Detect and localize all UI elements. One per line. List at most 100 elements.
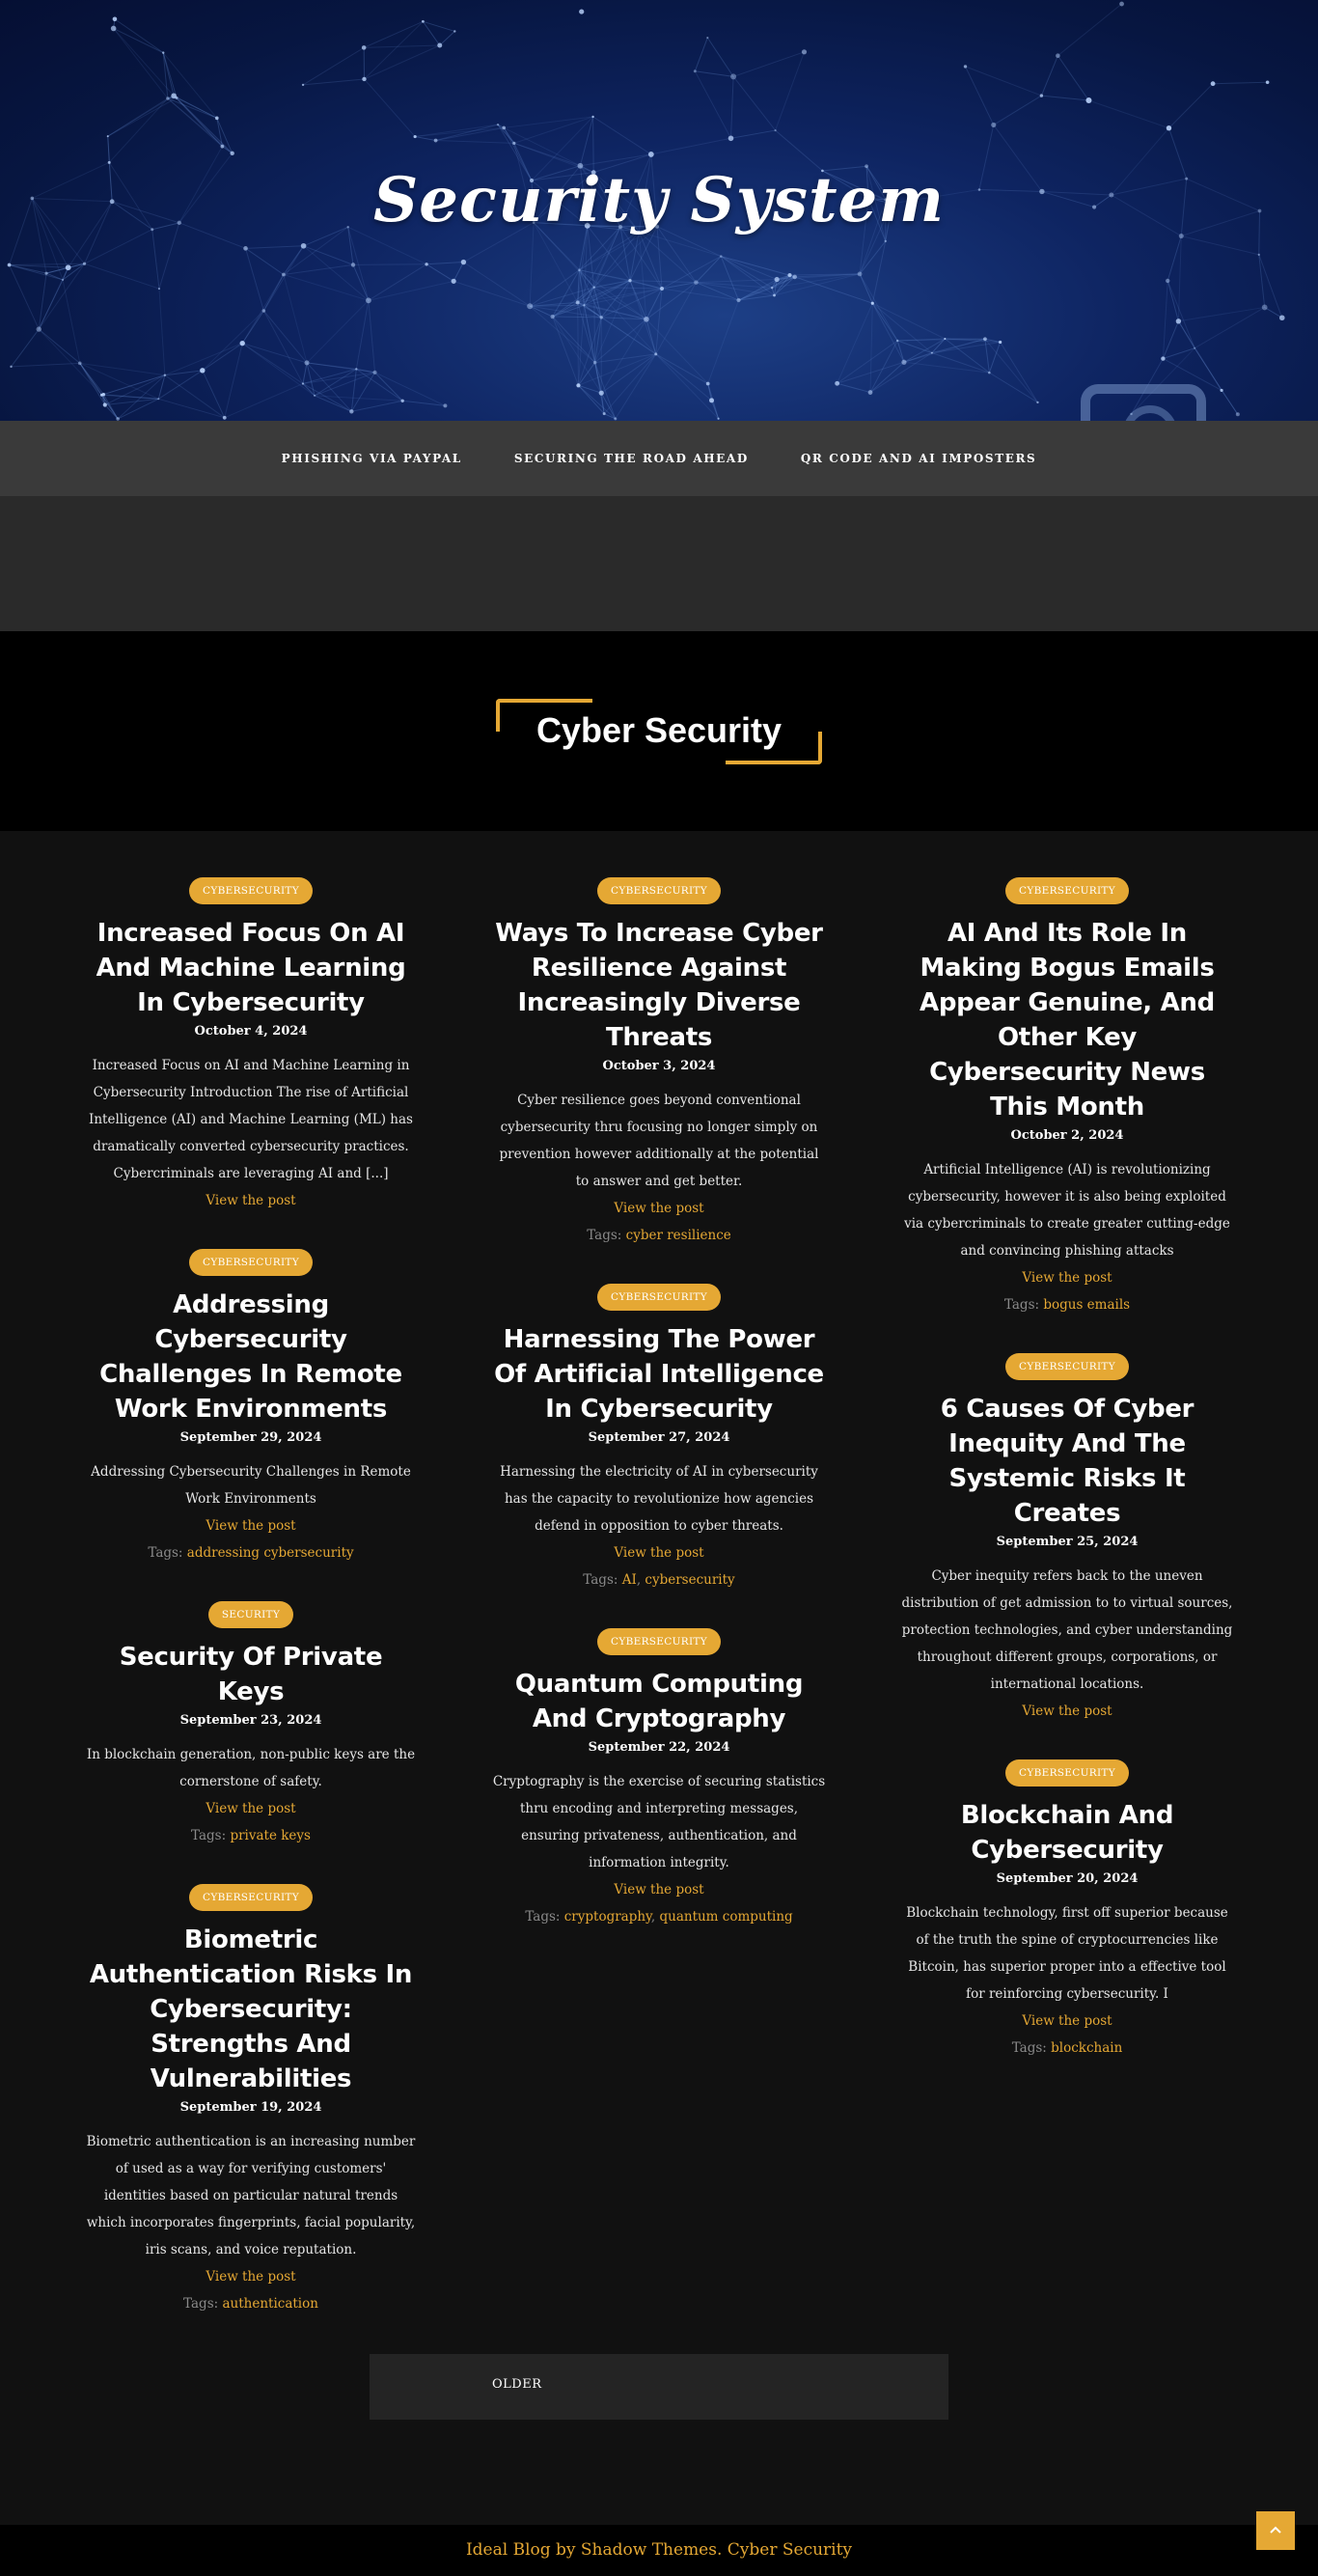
view-post-link[interactable]: View the post bbox=[77, 2263, 425, 2290]
tag-link-cybersecurity[interactable]: cybersecurity bbox=[645, 1572, 734, 1588]
category-badge[interactable]: CYBERSECURITY bbox=[189, 1884, 313, 1911]
post-date: September 27, 2024 bbox=[588, 1430, 730, 1445]
category-badge[interactable]: CYBERSECURITY bbox=[597, 1628, 721, 1655]
category-badge[interactable]: SECURITY bbox=[207, 1601, 294, 1628]
tag-link-private-keys[interactable]: private keys bbox=[230, 1828, 311, 1843]
post-tags: Tags: blockchain bbox=[893, 2035, 1241, 2062]
post-title[interactable]: Increased Focus On AI And Machine Learni… bbox=[77, 916, 425, 1020]
post-tags: Tags: bogus emails bbox=[893, 1291, 1241, 1318]
nav-item-securing-the-road-ahead[interactable]: SECURING THE ROAD AHEAD bbox=[514, 452, 749, 465]
post-tags: Tags: authentication bbox=[77, 2290, 425, 2317]
category-badge[interactable]: CYBERSECURITY bbox=[1005, 1759, 1129, 1787]
footer: Ideal Blog by Shadow Themes. Cyber Secur… bbox=[0, 2525, 1318, 2576]
view-post-link[interactable]: View the post bbox=[893, 2008, 1241, 2035]
post-excerpt: Cyber resilience goes beyond conventiona… bbox=[499, 1093, 819, 1189]
view-post-link[interactable]: View the post bbox=[77, 1512, 425, 1539]
post-title[interactable]: Blockchain And Cybersecurity bbox=[893, 1798, 1241, 1868]
post-title[interactable]: Biometric Authentication Risks In Cybers… bbox=[77, 1923, 425, 2096]
post-tags: Tags: cryptography, quantum computing bbox=[525, 1909, 793, 1925]
post-excerpt: Biometric authentication is an increasin… bbox=[86, 2134, 416, 2257]
post-title[interactable]: AI And Its Role In Making Bogus Emails A… bbox=[893, 916, 1241, 1124]
pagination: OLDER bbox=[370, 2354, 948, 2420]
nav-item-phishing-via-paypal[interactable]: PHISHING VIA PAYPAL bbox=[282, 452, 462, 465]
back-to-top-button[interactable] bbox=[1256, 2511, 1295, 2550]
post-card: CYBERSECURITY AI And Its Role In Making B… bbox=[893, 877, 1241, 1318]
section-heading: Cyber Security bbox=[535, 710, 783, 750]
post-tags: Tags: cyber resilience bbox=[485, 1222, 833, 1249]
nav-item-qr-code-and-ai-imposters[interactable]: QR CODE AND AI IMPOSTERS bbox=[801, 452, 1036, 465]
tags-label: Tags: bbox=[183, 2296, 219, 2312]
post-excerpt: Cryptography is the exercise of securing… bbox=[492, 1774, 826, 1870]
posts-column-1: CYBERSECURITY Increased Focus On AI And M… bbox=[77, 877, 425, 2352]
tag-link-quantum-computing[interactable]: quantum computing bbox=[659, 1909, 792, 1925]
tag-link-cyber-resilience[interactable]: cyber resilience bbox=[626, 1228, 731, 1243]
tags-label: Tags: bbox=[583, 1572, 618, 1588]
post-date: September 29, 2024 bbox=[179, 1430, 322, 1445]
site-title[interactable]: Security System bbox=[0, 164, 1318, 236]
view-post-link[interactable]: View the post bbox=[485, 1195, 833, 1222]
tags-label: Tags: bbox=[1003, 1297, 1040, 1313]
older-posts-link[interactable]: OLDER bbox=[492, 2377, 542, 2392]
post-title[interactable]: Harnessing The Power Of Artificial Intel… bbox=[485, 1322, 833, 1426]
tag-link-bogus-emails[interactable]: bogus emails bbox=[1043, 1297, 1130, 1313]
tag-link-ai[interactable]: AI bbox=[622, 1572, 637, 1588]
post-tags: Tags: addressing cybersecurity bbox=[77, 1539, 425, 1566]
nav-spacer bbox=[0, 496, 1318, 631]
post-card: SECURITY Security Of Private Keys Septembe… bbox=[77, 1601, 425, 1849]
post-title[interactable]: Addressing Cybersecurity Challenges In R… bbox=[77, 1288, 425, 1426]
post-excerpt: Artificial Intelligence (AI) is revoluti… bbox=[904, 1162, 1230, 1259]
post-date: October 3, 2024 bbox=[602, 1059, 716, 1073]
post-card: CYBERSECURITY 6 Causes Of Cyber Inequity … bbox=[893, 1353, 1241, 1725]
post-title[interactable]: Quantum Computing And Cryptography bbox=[485, 1667, 833, 1736]
post-excerpt: Addressing Cybersecurity Challenges in R… bbox=[91, 1464, 411, 1507]
post-card: CYBERSECURITY Biometric Authentication Ri… bbox=[77, 1884, 425, 2317]
posts-column-2: CYBERSECURITY Ways To Increase Cyber Resi… bbox=[485, 877, 833, 1965]
section-heading-frame: Cyber Security bbox=[496, 699, 822, 764]
post-card: CYBERSECURITY Addressing Cybersecurity Ch… bbox=[77, 1249, 425, 1566]
view-post-link[interactable]: View the post bbox=[485, 1539, 833, 1566]
view-post-link[interactable]: View the post bbox=[893, 1264, 1241, 1291]
post-title[interactable]: Security Of Private Keys bbox=[77, 1640, 425, 1709]
tags-label: Tags: bbox=[525, 1909, 561, 1925]
category-badge[interactable]: CYBERSECURITY bbox=[597, 877, 721, 904]
category-badge[interactable]: CYBERSECURITY bbox=[1005, 1353, 1129, 1380]
posts-column-3: CYBERSECURITY AI And Its Role In Making B… bbox=[893, 877, 1241, 2096]
post-date: September 22, 2024 bbox=[588, 1740, 730, 1755]
tag-link-addressing-cybersecurity[interactable]: addressing cybersecurity bbox=[187, 1545, 354, 1561]
post-date: September 20, 2024 bbox=[996, 1871, 1139, 1886]
post-card: CYBERSECURITY Increased Focus On AI And M… bbox=[77, 877, 425, 1214]
view-post-link[interactable]: View the post bbox=[485, 1876, 833, 1903]
footer-credit[interactable]: Ideal Blog by Shadow Themes. Cyber Secur… bbox=[466, 2540, 852, 2560]
category-badge[interactable]: CYBERSECURITY bbox=[189, 1249, 313, 1276]
hero-banner: Security System bbox=[0, 0, 1318, 421]
post-title[interactable]: 6 Causes Of Cyber Inequity And The Syste… bbox=[893, 1392, 1241, 1531]
category-badge[interactable]: CYBERSECURITY bbox=[1005, 877, 1129, 904]
post-title[interactable]: Ways To Increase Cyber Resilience Agains… bbox=[485, 916, 833, 1055]
camera-decoration bbox=[1081, 384, 1206, 421]
chevron-up-icon bbox=[1270, 2526, 1281, 2534]
tag-link-cryptography[interactable]: cryptography bbox=[564, 1909, 651, 1925]
section-heading-band: Cyber Security bbox=[0, 631, 1318, 831]
view-post-link[interactable]: View the post bbox=[893, 1698, 1241, 1725]
post-date: September 23, 2024 bbox=[179, 1713, 322, 1728]
post-card: CYBERSECURITY Harnessing The Power Of Art… bbox=[485, 1284, 833, 1593]
post-date: October 4, 2024 bbox=[194, 1024, 308, 1039]
post-card: CYBERSECURITY Ways To Increase Cyber Resi… bbox=[485, 877, 833, 1249]
post-date: September 19, 2024 bbox=[179, 2100, 322, 2115]
post-tags: Tags: private keys bbox=[77, 1822, 425, 1849]
tag-link-blockchain[interactable]: blockchain bbox=[1051, 2040, 1122, 2056]
tags-label: Tags: bbox=[1011, 2040, 1047, 2056]
tag-link-authentication[interactable]: authentication bbox=[222, 2296, 317, 2312]
tags-label: Tags: bbox=[587, 1228, 622, 1243]
post-card: CYBERSECURITY Quantum Computing And Crypt… bbox=[485, 1628, 833, 1930]
view-post-link[interactable]: View the post bbox=[77, 1187, 425, 1214]
view-post-link[interactable]: View the post bbox=[77, 1795, 425, 1822]
category-badge[interactable]: CYBERSECURITY bbox=[189, 877, 313, 904]
post-excerpt: Cyber inequity refers back to the uneven… bbox=[901, 1568, 1233, 1692]
post-card: CYBERSECURITY Blockchain And Cybersecurit… bbox=[893, 1759, 1241, 2062]
main-nav: PHISHING VIA PAYPAL SECURING THE ROAD AH… bbox=[0, 421, 1318, 496]
tags-label: Tags: bbox=[191, 1828, 227, 1843]
post-date: October 2, 2024 bbox=[1010, 1128, 1124, 1143]
category-badge[interactable]: CYBERSECURITY bbox=[597, 1284, 721, 1311]
post-excerpt: In blockchain generation, non-public key… bbox=[86, 1747, 416, 1789]
